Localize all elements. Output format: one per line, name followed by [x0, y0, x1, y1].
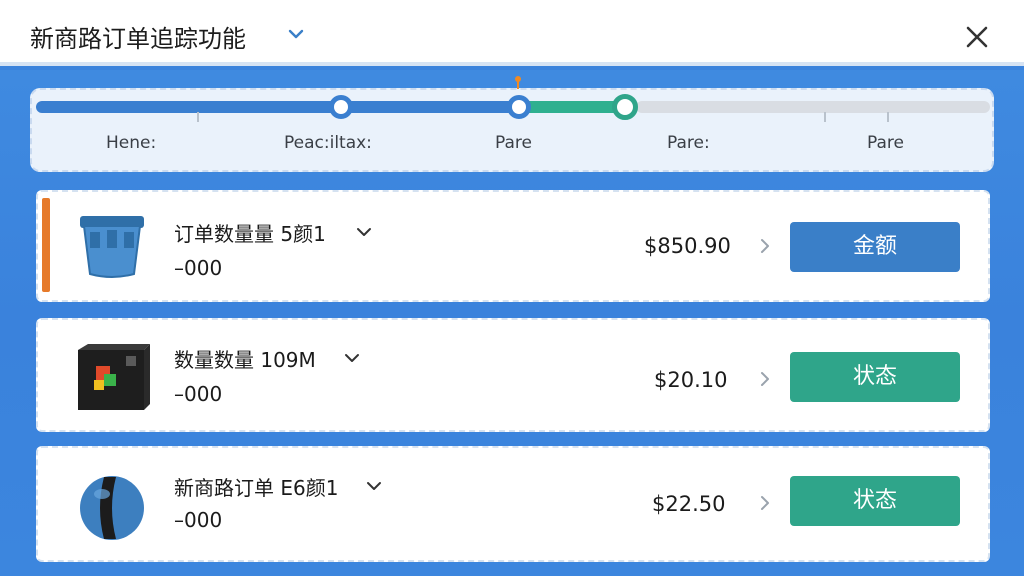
order-item-quantity: –000: [174, 256, 223, 280]
progress-tick: [197, 112, 199, 122]
chevron-down-icon[interactable]: [366, 478, 382, 494]
order-item-name: 新商路订单 E6颜1: [174, 476, 339, 500]
amount-button[interactable]: 金额: [790, 222, 960, 272]
title-bar: 新商路订单追踪功能: [0, 0, 1024, 66]
main-area: Hene: Peac:iltax: Pare Pare: Pare 订单数量量 …: [0, 70, 1024, 576]
chevron-down-icon[interactable]: [288, 26, 304, 42]
progress-track-complete: [36, 101, 520, 113]
window-title: 新商路订单追踪功能: [30, 25, 246, 53]
progress-node[interactable]: [507, 95, 531, 119]
order-card[interactable]: 订单数量量 5颜1 –000 $850.90 金额: [36, 190, 990, 302]
progress-node-current[interactable]: [612, 94, 638, 120]
order-progress-tracker: Hene: Peac:iltax: Pare Pare: Pare: [30, 76, 994, 172]
step-label: Pare:: [667, 133, 710, 153]
order-card[interactable]: 新商路订单 E6颜1 –000 $22.50 状态: [36, 446, 990, 562]
step-label: Hene:: [106, 133, 157, 153]
selected-indicator: [42, 198, 50, 292]
blue-ball-icon: [80, 476, 144, 540]
progress-node[interactable]: [329, 95, 353, 119]
progress-track-pending: [636, 101, 990, 113]
order-item-name: 数量数量 109M: [174, 348, 316, 372]
chevron-down-icon[interactable]: [344, 350, 360, 366]
blue-bucket-icon: [80, 216, 144, 278]
chevron-right-icon[interactable]: [758, 494, 772, 512]
chevron-down-icon[interactable]: [356, 224, 372, 240]
current-position-marker: [515, 76, 521, 89]
order-item-name: 订单数量量 5颜1: [174, 222, 326, 246]
black-box-icon: [78, 344, 150, 410]
status-button[interactable]: 状态: [790, 352, 960, 402]
order-item-quantity: –000: [174, 508, 223, 532]
order-item-price: $850.90: [644, 234, 731, 258]
chevron-right-icon[interactable]: [758, 370, 772, 388]
progress-tick: [887, 112, 889, 122]
chevron-right-icon[interactable]: [758, 237, 772, 255]
order-item-price: $22.50: [652, 492, 726, 516]
close-icon[interactable]: [962, 22, 992, 52]
step-label: Pare: [867, 133, 904, 153]
order-item-price: $20.10: [654, 368, 728, 392]
order-card[interactable]: 数量数量 109M –000 $20.10 状态: [36, 318, 990, 432]
order-item-quantity: –000: [174, 382, 223, 406]
step-label: Pare: [495, 133, 532, 153]
status-button[interactable]: 状态: [790, 476, 960, 526]
step-label: Peac:iltax:: [284, 133, 372, 153]
progress-tick: [824, 112, 826, 122]
